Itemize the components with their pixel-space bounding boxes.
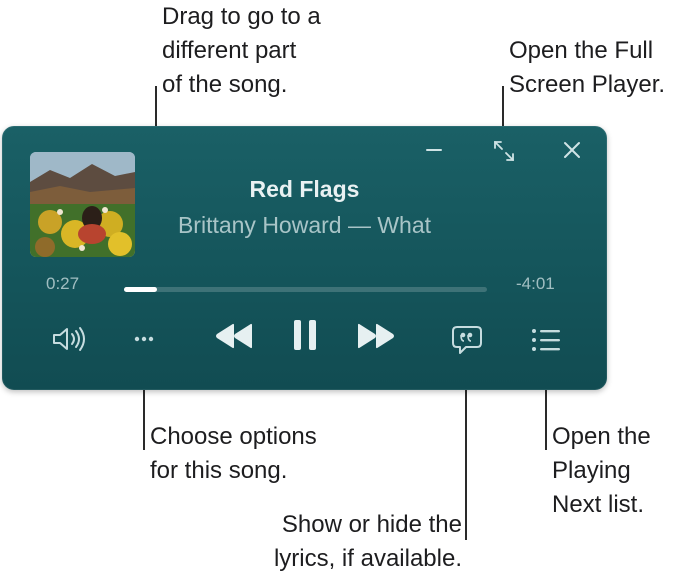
album-art[interactable] bbox=[30, 152, 135, 257]
close-icon[interactable] bbox=[560, 138, 584, 162]
callout-playing-next: Open the Playing Next list. bbox=[552, 420, 651, 522]
callout-lyrics: Show or hide the lyrics, if available. bbox=[200, 508, 462, 576]
callout-scrub-line-2: different part bbox=[162, 37, 297, 64]
rewind-icon[interactable] bbox=[213, 321, 255, 351]
more-ellipsis-icon[interactable] bbox=[130, 332, 158, 346]
artist-album: Brittany Howard — What bbox=[177, 212, 432, 238]
callout-options-line-2: for this song. bbox=[150, 457, 288, 484]
fast-forward-icon[interactable] bbox=[355, 321, 397, 351]
song-title: Red Flags bbox=[249, 176, 360, 202]
album-art-image bbox=[30, 152, 135, 257]
callout-fullscreen: Open the Full Screen Player. bbox=[509, 34, 665, 102]
callout-playing-next-line-1: Open the bbox=[552, 423, 651, 450]
elapsed-time: 0:27 bbox=[46, 274, 80, 293]
list-icon[interactable] bbox=[530, 327, 562, 353]
speaker-volume-icon[interactable] bbox=[50, 324, 90, 354]
progress-slider[interactable] bbox=[124, 287, 487, 292]
callout-fullscreen-line-1: Open the Full bbox=[509, 37, 654, 64]
callout-scrub-line-3: of the song. bbox=[162, 71, 288, 98]
callout-scrub-line-1: Drag to go to a bbox=[162, 3, 321, 30]
callout-playing-next-line-2: Playing bbox=[552, 457, 631, 484]
expand-arrows-icon[interactable] bbox=[491, 138, 517, 164]
callout-options: Choose options for this song. bbox=[150, 420, 317, 488]
pause-icon[interactable] bbox=[290, 317, 320, 353]
minimize-icon[interactable] bbox=[422, 140, 446, 160]
callout-fullscreen-line-2: Screen Player. bbox=[509, 71, 666, 98]
mini-player-window: Red Flags Brittany Howard — What 0:27 -4… bbox=[2, 126, 607, 390]
remaining-time: -4:01 bbox=[516, 274, 555, 293]
callout-options-line-1: Choose options bbox=[150, 423, 317, 450]
lyrics-quote-bubble-icon[interactable] bbox=[451, 324, 483, 356]
progress-fill bbox=[124, 287, 157, 292]
callout-lyrics-line-1: Show or hide the bbox=[281, 511, 462, 538]
callout-lyrics-line-2: lyrics, if available. bbox=[273, 545, 462, 572]
callout-scrub: Drag to go to a different part of the so… bbox=[162, 0, 321, 102]
callout-playing-next-line-3: Next list. bbox=[552, 491, 645, 518]
